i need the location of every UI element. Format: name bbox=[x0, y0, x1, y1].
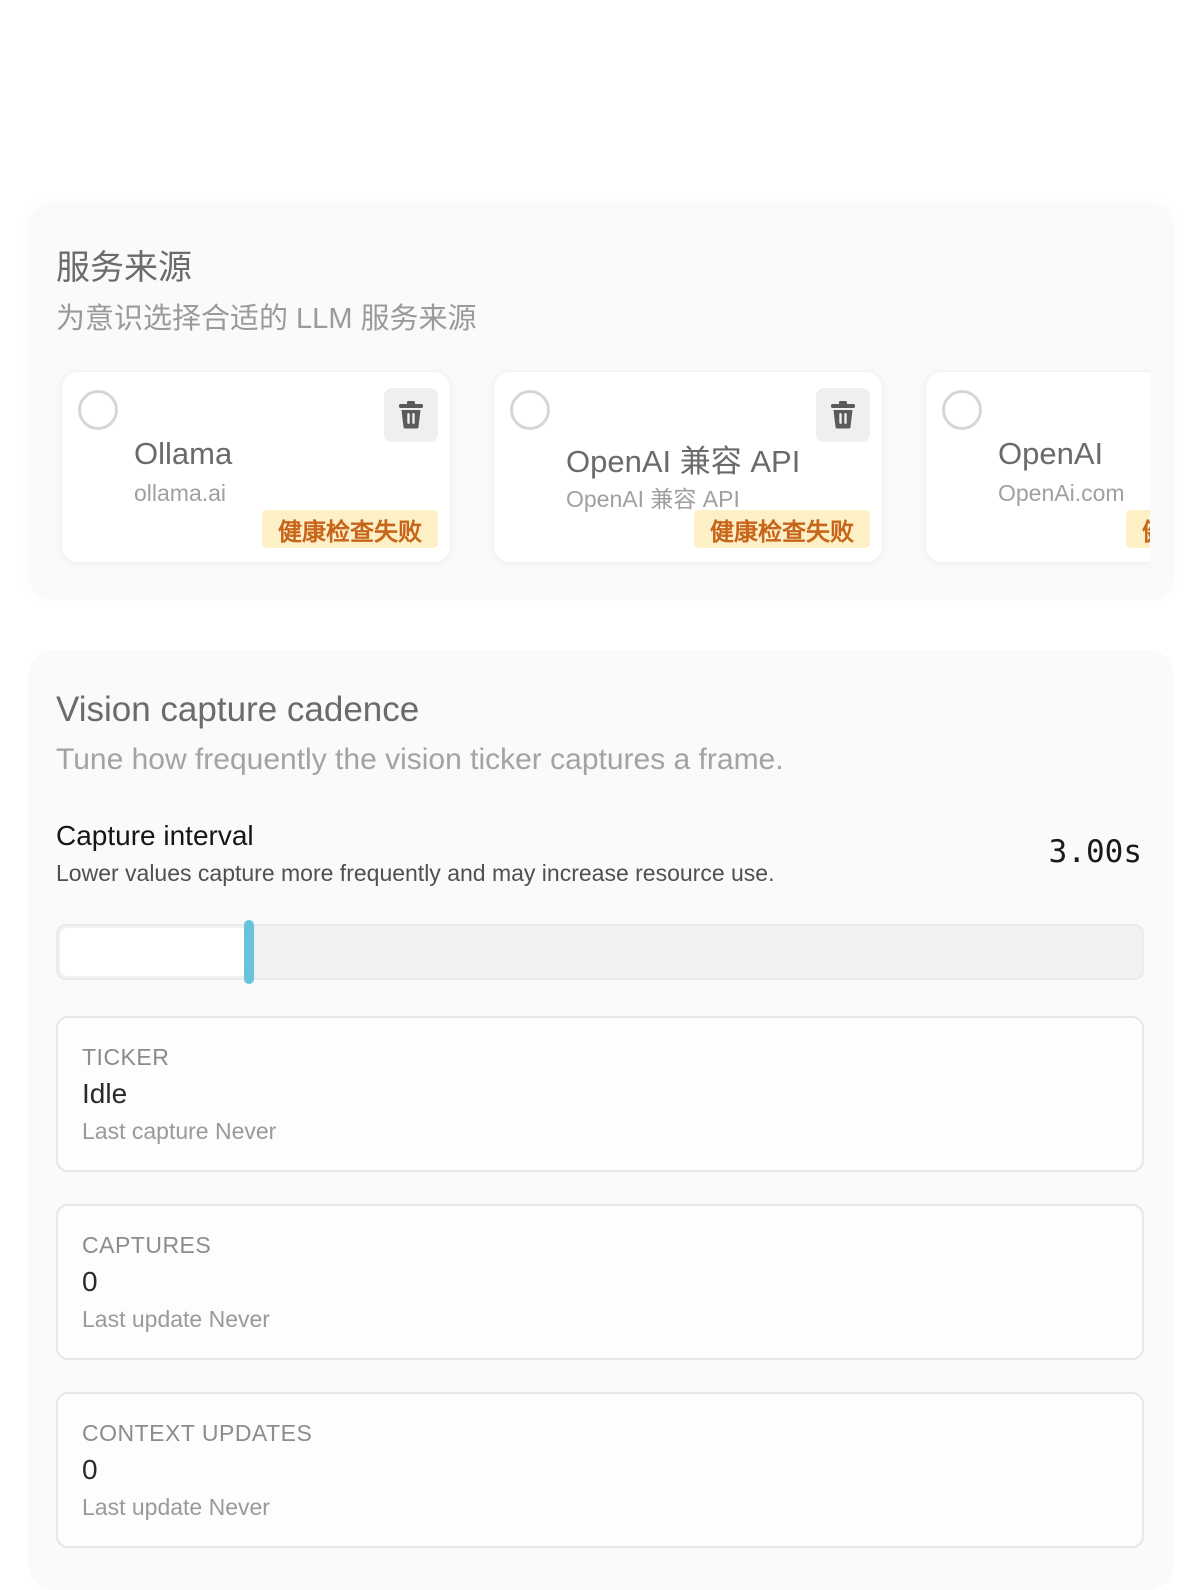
provider-section-subtitle: 为意识选择合适的 LLM 服务来源 bbox=[56, 303, 477, 335]
trash-icon bbox=[831, 401, 855, 429]
provider-radio[interactable] bbox=[942, 390, 982, 430]
provider-card-openai[interactable]: OpenAI OpenAi.com 健康检查失败 bbox=[924, 370, 1150, 564]
provider-name: OpenAI bbox=[998, 436, 1104, 471]
health-check-badge: 健康检查失败 bbox=[1126, 510, 1150, 548]
provider-card-list[interactable]: Ollama ollama.ai 健康检查失败 OpenAI 兼容 API Op… bbox=[56, 370, 1150, 570]
stat-meta: Last update Never bbox=[82, 1494, 270, 1520]
provider-card-openai-compatible[interactable]: OpenAI 兼容 API OpenAI 兼容 API 健康检查失败 bbox=[492, 370, 884, 564]
capture-interval-value: 3.00s bbox=[1048, 834, 1142, 870]
stat-meta: Last capture Never bbox=[82, 1118, 277, 1144]
provider-url: ollama.ai bbox=[134, 480, 227, 506]
stat-value: 0 bbox=[82, 1454, 98, 1485]
provider-name: OpenAI 兼容 API bbox=[566, 444, 801, 479]
stat-value: Idle bbox=[82, 1078, 128, 1109]
provider-radio[interactable] bbox=[78, 390, 118, 430]
provider-url: OpenAI 兼容 API bbox=[566, 486, 740, 512]
slider-thumb[interactable] bbox=[244, 920, 254, 984]
provider-section: 服务来源 为意识选择合适的 LLM 服务来源 Ollama ollama.ai … bbox=[28, 202, 1174, 600]
provider-card-ollama[interactable]: Ollama ollama.ai 健康检查失败 bbox=[60, 370, 452, 564]
provider-section-title: 服务来源 bbox=[56, 249, 192, 287]
provider-url: OpenAi.com bbox=[998, 480, 1125, 506]
health-check-badge: 健康检查失败 bbox=[262, 510, 438, 548]
captures-stat-card: CAPTURES 0 Last update Never bbox=[56, 1204, 1144, 1360]
stat-label: CAPTURES bbox=[82, 1232, 212, 1258]
ticker-stat-card: TICKER Idle Last capture Never bbox=[56, 1016, 1144, 1172]
slider-fill bbox=[60, 928, 249, 976]
capture-interval-description: Lower values capture more frequently and… bbox=[56, 860, 775, 886]
provider-radio[interactable] bbox=[510, 390, 550, 430]
stat-meta: Last update Never bbox=[82, 1306, 270, 1332]
stat-label: CONTEXT UPDATES bbox=[82, 1420, 313, 1446]
context-updates-stat-card: CONTEXT UPDATES 0 Last update Never bbox=[56, 1392, 1144, 1548]
capture-interval-label: Capture interval bbox=[56, 820, 254, 851]
vision-section-title: Vision capture cadence bbox=[56, 690, 420, 729]
vision-section-subtitle: Tune how frequently the vision ticker ca… bbox=[56, 743, 784, 776]
vision-capture-section: Vision capture cadence Tune how frequent… bbox=[28, 650, 1174, 1590]
stat-value: 0 bbox=[82, 1266, 98, 1297]
stat-label: TICKER bbox=[82, 1044, 170, 1070]
capture-interval-slider[interactable] bbox=[56, 920, 1144, 984]
trash-icon bbox=[399, 401, 423, 429]
health-check-badge: 健康检查失败 bbox=[694, 510, 870, 548]
provider-name: Ollama bbox=[134, 436, 233, 471]
delete-provider-button[interactable] bbox=[384, 388, 438, 442]
delete-provider-button[interactable] bbox=[816, 388, 870, 442]
